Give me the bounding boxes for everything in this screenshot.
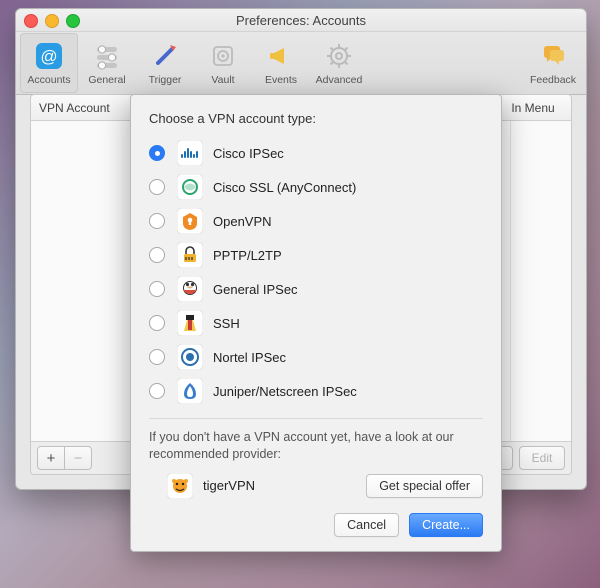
general-ipsec-icon — [177, 276, 203, 302]
tab-label: Events — [265, 74, 297, 86]
tab-vault[interactable]: Vault — [194, 33, 252, 93]
edit-button[interactable]: Edit — [519, 446, 565, 470]
vpn-option-nortel-ipsec[interactable]: Nortel IPSec — [149, 340, 483, 374]
radio-icon — [149, 349, 165, 365]
traffic-lights — [24, 14, 80, 28]
create-button[interactable]: Create... — [409, 513, 483, 537]
cisco-ipsec-icon — [177, 140, 203, 166]
vault-icon — [208, 41, 238, 71]
vpn-type-sheet: Choose a VPN account type: Cisco IPSec C… — [130, 94, 502, 552]
radio-icon — [149, 179, 165, 195]
switches-icon — [92, 41, 122, 71]
tab-general[interactable]: General — [78, 33, 136, 93]
tab-trigger[interactable]: Trigger — [136, 33, 194, 93]
megaphone-icon — [266, 41, 296, 71]
tab-label: Trigger — [149, 74, 182, 86]
cancel-button[interactable]: Cancel — [334, 513, 399, 537]
vpn-option-cisco-ipsec[interactable]: Cisco IPSec — [149, 136, 483, 170]
tab-label: Advanced — [316, 74, 363, 86]
cisco-ssl-icon — [177, 174, 203, 200]
sheet-title: Choose a VPN account type: — [149, 111, 483, 126]
vpn-option-pptp-l2tp[interactable]: PPTP/L2TP — [149, 238, 483, 272]
zoom-window-button[interactable] — [66, 14, 80, 28]
radio-icon — [149, 213, 165, 229]
minimize-window-button[interactable] — [45, 14, 59, 28]
add-button[interactable]: + — [37, 446, 65, 470]
pptp-icon — [177, 242, 203, 268]
wand-icon — [150, 41, 180, 71]
tab-events[interactable]: Events — [252, 33, 310, 93]
chat-icon — [538, 41, 568, 71]
provider-row: tigerVPN Get special offer — [149, 473, 483, 499]
radio-icon — [149, 247, 165, 263]
radio-icon — [149, 145, 165, 161]
tab-label: Vault — [211, 74, 234, 86]
tigervpn-icon — [167, 473, 193, 499]
provider-name: tigerVPN — [203, 478, 255, 493]
title-bar: Preferences: Accounts — [16, 9, 586, 32]
window-title: Preferences: Accounts — [236, 13, 366, 28]
get-special-offer-button[interactable]: Get special offer — [366, 474, 483, 498]
tab-accounts[interactable]: @ Accounts — [20, 33, 78, 93]
divider — [149, 418, 483, 419]
close-window-button[interactable] — [24, 14, 38, 28]
nortel-icon — [177, 344, 203, 370]
toolbar: @ Accounts General Trigger Vault — [16, 32, 586, 95]
gear-icon — [324, 41, 354, 71]
radio-icon — [149, 315, 165, 331]
tab-advanced[interactable]: Advanced — [310, 33, 368, 93]
provider-hint: If you don't have a VPN account yet, hav… — [149, 429, 483, 463]
vpn-option-general-ipsec[interactable]: General IPSec — [149, 272, 483, 306]
svg-text:@: @ — [40, 47, 57, 66]
column-header-in-menu[interactable]: In Menu — [495, 95, 571, 121]
radio-icon — [149, 383, 165, 399]
tab-label: Accounts — [27, 74, 70, 86]
radio-icon — [149, 281, 165, 297]
remove-button[interactable]: − — [65, 446, 92, 470]
feedback-button[interactable]: Feedback — [524, 33, 582, 93]
button-row: Cancel Create... — [149, 513, 483, 537]
vpn-option-ssh[interactable]: SSH — [149, 306, 483, 340]
tab-label: General — [88, 74, 125, 86]
vpn-option-openvpn[interactable]: OpenVPN — [149, 204, 483, 238]
ssh-icon — [177, 310, 203, 336]
openvpn-icon — [177, 208, 203, 234]
at-icon: @ — [34, 41, 64, 71]
juniper-icon — [177, 378, 203, 404]
vpn-option-juniper-ipsec[interactable]: Juniper/Netscreen IPSec — [149, 374, 483, 408]
feedback-label: Feedback — [530, 74, 576, 86]
vpn-option-cisco-ssl[interactable]: Cisco SSL (AnyConnect) — [149, 170, 483, 204]
